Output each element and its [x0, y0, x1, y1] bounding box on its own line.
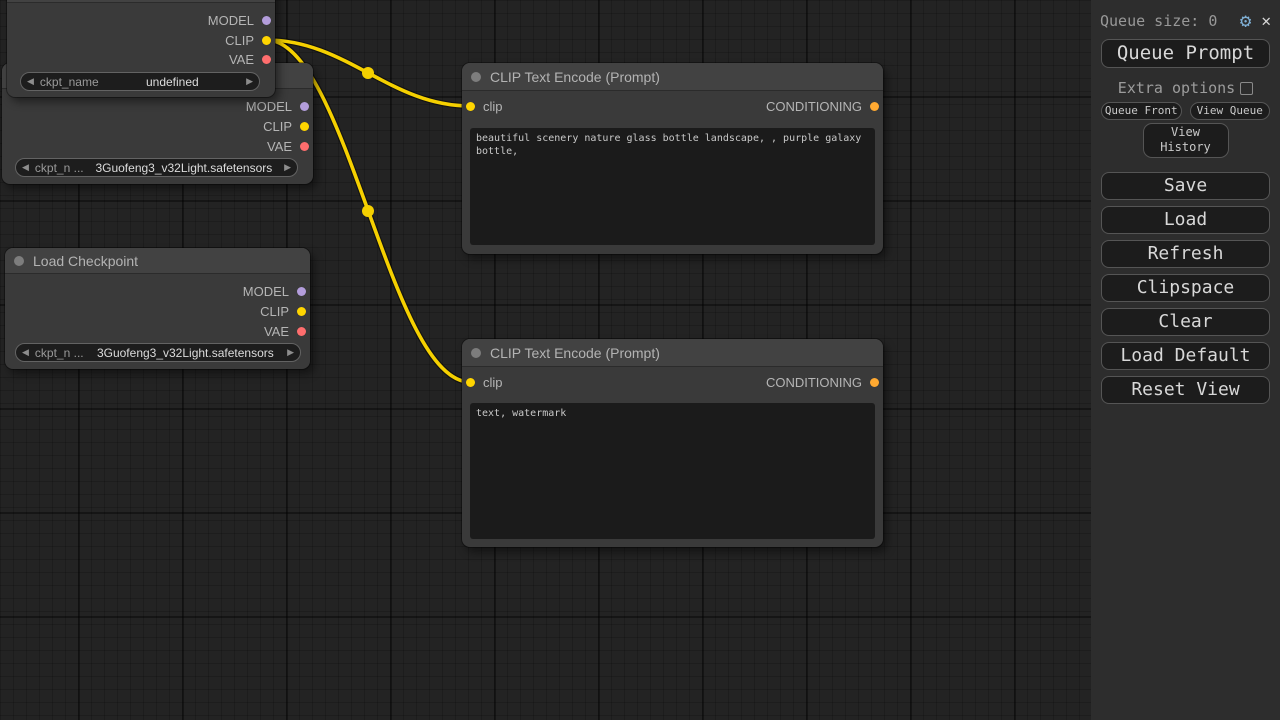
- combo-right-arrow-icon[interactable]: ▶: [287, 348, 294, 357]
- prompt-textarea[interactable]: text, watermark: [470, 403, 875, 539]
- output-slot-clip: CLIP: [5, 302, 310, 320]
- node-title-bar[interactable]: CLIP Text Encode (Prompt): [462, 63, 883, 91]
- output-slot-vae: VAE: [5, 322, 310, 340]
- collapse-dot-icon[interactable]: [14, 256, 24, 266]
- view-history-button[interactable]: View History: [1143, 123, 1229, 158]
- node-title: CLIP Text Encode (Prompt): [490, 69, 660, 85]
- checkpoint-node-top[interactable]: MODEL CLIP VAE ◀ ckpt_name undefined ▶: [7, 0, 275, 97]
- node-title: Load Checkpoint: [33, 253, 138, 269]
- vae-port-icon[interactable]: [262, 55, 271, 64]
- slot-label: MODEL: [243, 284, 289, 299]
- comfy-menu-panel: Queue size: 0 ⚙ ✕ Queue Prompt Extra opt…: [1091, 0, 1280, 720]
- combo-left-arrow-icon[interactable]: ◀: [22, 348, 29, 357]
- node-title-bar[interactable]: Load Checkpoint: [5, 248, 310, 274]
- output-slot-vae: VAE: [7, 50, 275, 68]
- output-slot-clip: CLIP: [7, 31, 275, 49]
- slot-label: MODEL: [246, 99, 292, 114]
- load-checkpoint-node[interactable]: Load Checkpoint MODEL CLIP VAE ◀ ckpt_n …: [5, 248, 310, 369]
- slot-label: CLIP: [260, 304, 289, 319]
- reset-view-button[interactable]: Reset View: [1101, 376, 1270, 404]
- slot-label: CLIP: [263, 119, 292, 134]
- queue-prompt-button[interactable]: Queue Prompt: [1101, 39, 1270, 68]
- node-title-bar[interactable]: [7, 0, 275, 3]
- combo-right-arrow-icon[interactable]: ▶: [246, 77, 253, 86]
- clip-port-icon[interactable]: [300, 122, 309, 131]
- output-slot-conditioning: CONDITIONING: [462, 373, 883, 391]
- widget-value: 3Guofeng3_v32Light.safetensors: [84, 346, 287, 360]
- collapse-dot-icon[interactable]: [471, 72, 481, 82]
- slot-label: VAE: [267, 139, 292, 154]
- slot-label: CLIP: [225, 33, 254, 48]
- slot-label: VAE: [229, 52, 254, 67]
- refresh-button[interactable]: Refresh: [1101, 240, 1270, 268]
- output-slot-model: MODEL: [5, 282, 310, 300]
- queue-actions-row: Queue Front View Queue: [1101, 102, 1270, 120]
- clip-port-icon[interactable]: [297, 307, 306, 316]
- combo-right-arrow-icon[interactable]: ▶: [284, 163, 291, 172]
- close-icon[interactable]: ✕: [1261, 13, 1271, 29]
- conditioning-port-icon[interactable]: [870, 378, 879, 387]
- load-default-button[interactable]: Load Default: [1101, 342, 1270, 370]
- ckpt-name-combo[interactable]: ◀ ckpt_n ... 3Guofeng3_v32Light.safetens…: [15, 343, 301, 362]
- widget-label: ckpt_name: [40, 75, 99, 89]
- prompt-textarea[interactable]: beautiful scenery nature glass bottle la…: [470, 128, 875, 245]
- ckpt-name-combo[interactable]: ◀ ckpt_name undefined ▶: [20, 72, 260, 91]
- output-slot-conditioning: CONDITIONING: [462, 97, 883, 115]
- collapse-dot-icon[interactable]: [471, 348, 481, 358]
- slot-label: VAE: [264, 324, 289, 339]
- queue-size-label: Queue size: 0: [1100, 12, 1240, 30]
- clip-text-encode-node-2[interactable]: CLIP Text Encode (Prompt) clip CONDITION…: [462, 339, 883, 547]
- node-graph-canvas[interactable]: MODEL CLIP VAE ◀ ckpt_n ... 3Guofeng3_v3…: [0, 0, 1091, 720]
- node-title: CLIP Text Encode (Prompt): [490, 345, 660, 361]
- output-slot-clip: CLIP: [2, 117, 313, 135]
- vae-port-icon[interactable]: [300, 142, 309, 151]
- extra-options-row: Extra options: [1091, 79, 1280, 97]
- output-slot-vae: VAE: [2, 137, 313, 155]
- output-slot-model: MODEL: [2, 97, 313, 115]
- view-queue-button[interactable]: View Queue: [1190, 102, 1271, 120]
- widget-label: ckpt_n ...: [35, 161, 84, 175]
- clip-port-icon[interactable]: [262, 36, 271, 45]
- widget-value: 3Guofeng3_v32Light.safetensors: [84, 161, 284, 175]
- widget-label: ckpt_n ...: [35, 346, 84, 360]
- model-port-icon[interactable]: [297, 287, 306, 296]
- slot-label: MODEL: [208, 13, 254, 28]
- widget-value: undefined: [99, 75, 246, 89]
- ckpt-name-combo[interactable]: ◀ ckpt_n ... 3Guofeng3_v32Light.safetens…: [15, 158, 298, 177]
- settings-gear-icon[interactable]: ⚙: [1240, 12, 1251, 31]
- combo-left-arrow-icon[interactable]: ◀: [22, 163, 29, 172]
- model-port-icon[interactable]: [300, 102, 309, 111]
- menu-header: Queue size: 0 ⚙ ✕: [1100, 6, 1271, 36]
- vae-port-icon[interactable]: [297, 327, 306, 336]
- clipspace-button[interactable]: Clipspace: [1101, 274, 1270, 302]
- node-title-bar[interactable]: CLIP Text Encode (Prompt): [462, 339, 883, 367]
- load-button[interactable]: Load: [1101, 206, 1270, 234]
- output-slot-model: MODEL: [7, 11, 275, 29]
- combo-left-arrow-icon[interactable]: ◀: [27, 77, 34, 86]
- extra-options-label: Extra options: [1118, 79, 1235, 97]
- model-port-icon[interactable]: [262, 16, 271, 25]
- slot-label: CONDITIONING: [766, 375, 862, 390]
- slot-label: CONDITIONING: [766, 99, 862, 114]
- save-button[interactable]: Save: [1101, 172, 1270, 200]
- conditioning-port-icon[interactable]: [870, 102, 879, 111]
- queue-front-button[interactable]: Queue Front: [1101, 102, 1182, 120]
- extra-options-checkbox[interactable]: [1240, 82, 1253, 95]
- clear-button[interactable]: Clear: [1101, 308, 1270, 336]
- clip-text-encode-node-1[interactable]: CLIP Text Encode (Prompt) clip CONDITION…: [462, 63, 883, 254]
